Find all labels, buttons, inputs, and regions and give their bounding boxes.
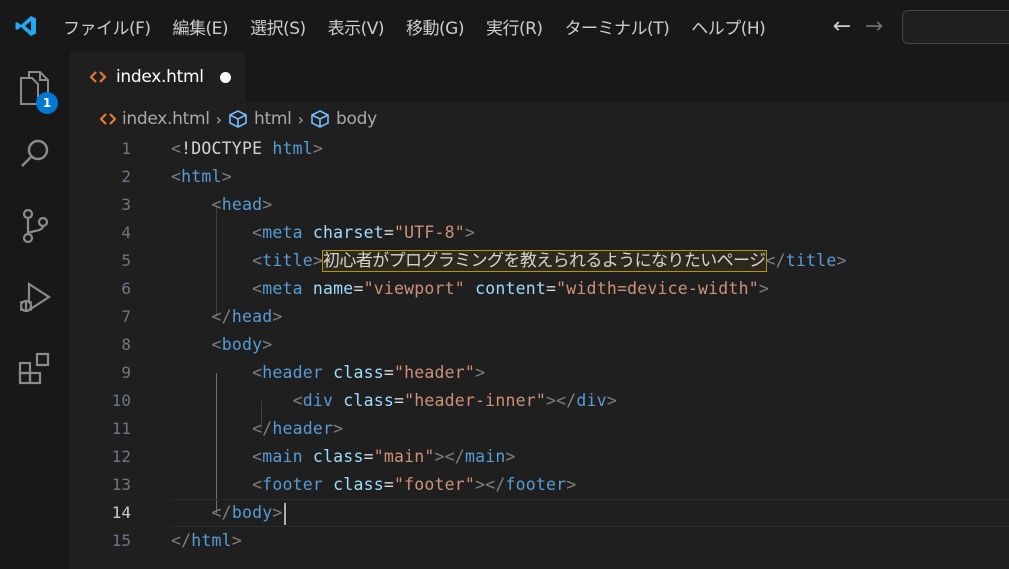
line-number: 9 — [121, 363, 131, 382]
activity-bar: 1 — [0, 52, 70, 569]
html-file-icon — [100, 112, 116, 126]
line-content: </body> — [171, 499, 286, 527]
code-line[interactable]: 11 </header> — [70, 415, 1009, 443]
explorer-badge: 1 — [36, 92, 58, 114]
code-line[interactable]: 2 <html> — [70, 163, 1009, 191]
search-icon — [21, 139, 49, 167]
breadcrumb-file-label: index.html — [122, 109, 210, 129]
line-content: <footer class="footer"></footer> — [252, 475, 577, 494]
symbol-class-icon — [310, 109, 330, 129]
line-content: <body> — [211, 335, 273, 354]
menu-edit[interactable]: 編集(E) — [162, 0, 240, 52]
explorer-button[interactable]: 1 — [0, 56, 70, 120]
line-content: <header class="header"> — [252, 363, 486, 382]
breadcrumb: index.html › html › body — [100, 105, 377, 133]
forward-arrow-icon[interactable]: → — [862, 14, 886, 39]
menu-terminal[interactable]: ターミナル(T) — [554, 0, 681, 52]
menu-help[interactable]: ヘルプ(H) — [680, 0, 776, 52]
code-line[interactable]: 4 <meta charset="UTF-8"> — [70, 219, 1009, 247]
line-number: 6 — [121, 279, 131, 298]
tab-index-html[interactable]: index.html — [70, 52, 245, 102]
line-content: </head> — [211, 307, 283, 326]
back-arrow-icon[interactable]: ← — [830, 14, 854, 39]
line-content: </html> — [171, 531, 242, 550]
menu-selection[interactable]: 選択(S) — [239, 0, 317, 52]
code-line[interactable]: 1 <!DOCTYPE html> — [70, 135, 1009, 163]
line-content: <meta name="viewport" content="width=dev… — [252, 279, 769, 298]
code-line[interactable]: 12 <main class="main"></main> — [70, 443, 1009, 471]
menu-file[interactable]: ファイル(F) — [52, 0, 162, 52]
tab-label: index.html — [116, 67, 204, 87]
line-content: </header> — [252, 419, 344, 438]
run-debug-icon — [19, 281, 52, 313]
code-line[interactable]: 15 </html> — [70, 527, 1009, 555]
source-control-icon — [22, 208, 49, 244]
code-line[interactable]: 7 </head> — [70, 303, 1009, 331]
editor-tabs: index.html — [70, 52, 1009, 102]
code-line[interactable]: 3 <head> — [70, 191, 1009, 219]
line-number: 14 — [111, 503, 131, 522]
text-cursor — [283, 502, 286, 525]
code-line[interactable]: 9 <header class="header"> — [70, 359, 1009, 387]
line-content: <main class="main"></main> — [252, 447, 516, 466]
title-text-highlight: 初心者がプログラミングを教えられるようになりたいページ — [322, 250, 767, 272]
code-line[interactable]: 13 <footer class="footer"></footer> — [70, 471, 1009, 499]
html-file-icon — [90, 70, 106, 84]
code-line[interactable]: 5 <title>初心者がプログラミングを教えられるようになりたいページ</ti… — [70, 247, 1009, 275]
line-number: 15 — [111, 531, 131, 550]
search-button[interactable] — [0, 122, 70, 186]
line-number: 2 — [121, 167, 131, 186]
line-number: 8 — [121, 335, 131, 354]
line-content: <meta charset="UTF-8"> — [252, 223, 476, 242]
line-number: 10 — [111, 391, 131, 410]
title-bar: ファイル(F) 編集(E) 選択(S) 表示(V) 移動(G) 実行(R) ター… — [0, 0, 1009, 52]
line-content: <div class="header-inner"></div> — [292, 391, 617, 410]
breadcrumb-html[interactable]: html — [228, 109, 292, 129]
navigation-arrows: ← → — [830, 0, 886, 52]
run-debug-button[interactable] — [0, 266, 70, 330]
line-number: 12 — [111, 447, 131, 466]
unsaved-dot-icon[interactable] — [219, 71, 231, 83]
breadcrumb-body[interactable]: body — [310, 109, 377, 129]
line-content: <html> — [171, 167, 232, 186]
symbol-class-icon — [228, 109, 248, 129]
line-number: 7 — [121, 307, 131, 326]
extensions-button[interactable] — [0, 336, 70, 400]
vscode-logo-icon[interactable] — [0, 0, 52, 52]
code-line[interactable]: 6 <meta name="viewport" content="width=d… — [70, 275, 1009, 303]
code-editor[interactable]: 1 <!DOCTYPE html> 2 <html> 3 <head> 4 <m… — [70, 135, 1009, 569]
breadcrumb-body-label: body — [335, 109, 377, 129]
code-line[interactable]: 10 <div class="header-inner"></div> — [70, 387, 1009, 415]
code-line-current[interactable]: 14 </body> — [70, 499, 1009, 527]
extensions-icon — [18, 352, 50, 385]
chevron-right-icon: › — [297, 109, 304, 129]
code-line[interactable]: 8 <body> — [70, 331, 1009, 359]
menu-bar: ファイル(F) 編集(E) 選択(S) 表示(V) 移動(G) 実行(R) ター… — [52, 0, 776, 52]
line-number: 4 — [121, 223, 131, 242]
current-line-highlight — [170, 499, 1009, 527]
menu-view[interactable]: 表示(V) — [317, 0, 395, 52]
line-number: 13 — [111, 475, 131, 494]
chevron-right-icon: › — [215, 109, 223, 129]
line-number: 3 — [121, 195, 131, 214]
menu-run[interactable]: 実行(R) — [475, 0, 554, 52]
line-content: <title>初心者がプログラミングを教えられるようになりたいページ</titl… — [252, 250, 847, 272]
command-center-search[interactable] — [902, 10, 1009, 44]
line-number: 1 — [121, 139, 131, 158]
breadcrumb-html-label: html — [254, 109, 292, 129]
source-control-button[interactable] — [0, 194, 70, 258]
line-number: 5 — [121, 251, 131, 270]
line-number: 11 — [111, 419, 131, 438]
menu-go[interactable]: 移動(G) — [395, 0, 475, 52]
line-content: <!DOCTYPE html> — [171, 139, 324, 158]
breadcrumb-file[interactable]: index.html — [100, 109, 210, 129]
line-content: <head> — [211, 195, 273, 214]
